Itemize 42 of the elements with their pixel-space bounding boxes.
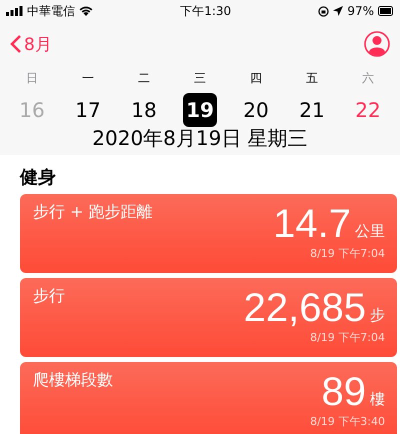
metric-value: 89 [322,370,366,414]
date-button[interactable]: 21 [295,93,329,127]
date-button[interactable]: 20 [239,93,273,127]
weekday-label: 五 [305,70,319,87]
card-title: 步行 [33,286,65,307]
card-title: 爬樓梯段數 [33,370,113,391]
metric-value: 22,685 [244,286,366,330]
metric-time: 8/19 下午7:04 [310,246,385,261]
profile-icon[interactable] [364,31,390,57]
back-chevron-icon [10,34,22,54]
metric-value: 14.7 [273,202,351,246]
wifi-icon [79,6,93,16]
back-button[interactable]: 8月 [10,32,52,56]
date-button[interactable]: 17 [71,93,105,127]
rotation-lock-icon [318,6,330,16]
signal-icon [6,6,23,16]
section-title: 健身 [18,166,57,190]
metric-card[interactable]: 爬樓梯段數 89 樓 8/19 下午3:40 [20,362,397,434]
weekday-label: 日 [25,70,39,87]
battery-percent: 97% [347,4,374,18]
weekday-label: 二 [137,70,151,87]
metric-unit: 步 [370,306,385,326]
battery-icon [378,6,394,16]
weekday-label: 四 [249,70,263,87]
weekday-label: 六 [361,70,375,87]
carrier-name: 中華電信 [27,2,75,20]
weekday-label: 一 [81,70,95,87]
location-icon [333,6,344,16]
date-button[interactable]: 19 [183,93,217,127]
metric-time: 8/19 下午3:40 [310,414,385,429]
date-title: 2020年8月19日 星期三 [91,127,309,149]
metric-card[interactable]: 步行 22,685 步 8/19 下午7:04 [20,278,397,357]
weekday-label: 三 [193,70,207,87]
date-button[interactable]: 18 [127,93,161,127]
card-title: 步行 + 跑步距離 [33,202,153,223]
status-time: 下午1:30 [180,2,232,20]
metric-unit: 公里 [355,222,385,242]
metric-card[interactable]: 步行 + 跑步距離 14.7 公里 8/19 下午7:04 [20,194,397,273]
date-button[interactable]: 22 [351,93,385,127]
metric-time: 8/19 下午7:04 [310,330,385,345]
date-button[interactable]: 16 [15,93,49,127]
metric-unit: 樓 [370,390,385,410]
